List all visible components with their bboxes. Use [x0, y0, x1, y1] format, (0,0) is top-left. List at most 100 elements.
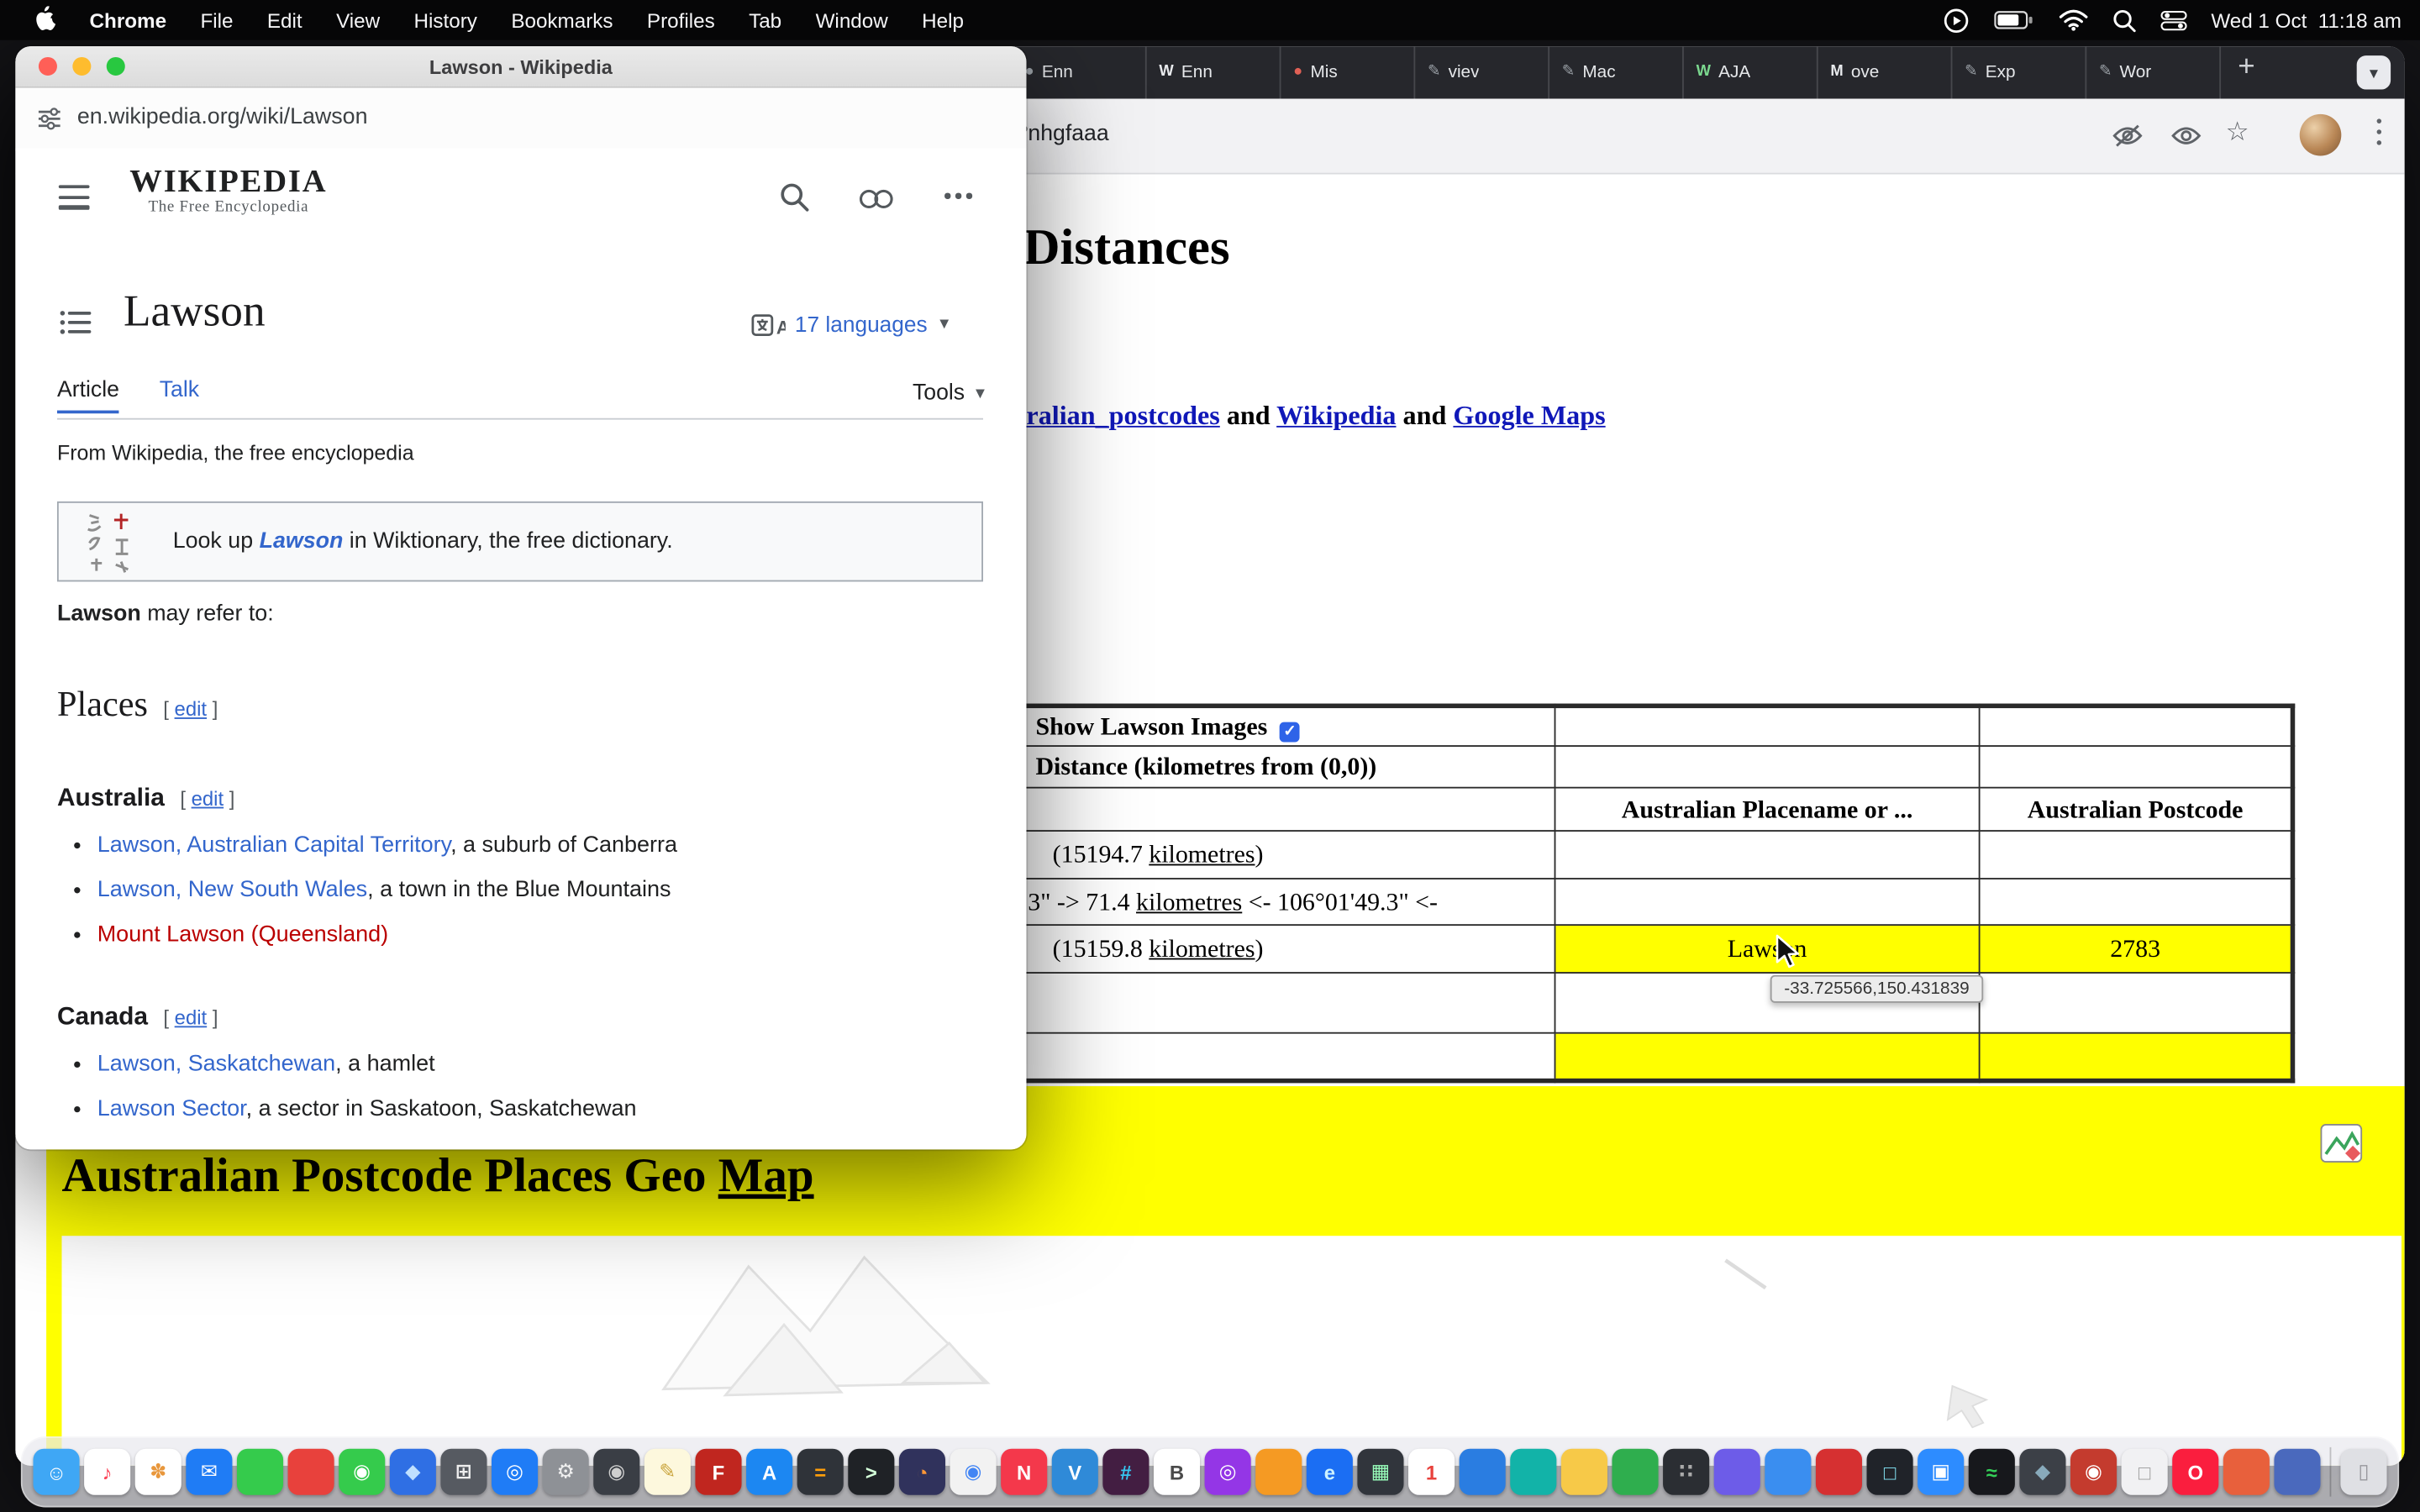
geo-map[interactable] — [61, 1236, 2401, 1466]
menu-tab[interactable]: Tab — [732, 8, 798, 32]
apple-menu[interactable] — [18, 5, 72, 34]
dock-app-slack[interactable]: # — [1102, 1449, 1149, 1495]
dock-app-mail[interactable]: ✉ — [186, 1449, 232, 1495]
dock-app-stocks[interactable]: ≈ — [1969, 1449, 2015, 1495]
dock-app-red-app-2[interactable]: ◉ — [2070, 1449, 2117, 1495]
dock-app-calendar[interactable]: 1 — [1408, 1449, 1455, 1495]
dock-app-dark-app-2[interactable]: □ — [1867, 1449, 1913, 1495]
dock-app-launchpad[interactable]: ⊞ — [440, 1449, 487, 1495]
wikipedia-logo[interactable]: WIKIPEDIA The Free Encyclopedia — [129, 164, 327, 217]
new-tab-button[interactable]: + — [2238, 51, 2254, 85]
mount-lawson-link[interactable]: Mount Lawson (Queensland) — [97, 922, 388, 947]
browser-tab[interactable]: ●Enn — [1011, 46, 1145, 98]
menu-view[interactable]: View — [319, 8, 397, 32]
menu-window[interactable]: Window — [798, 8, 905, 32]
kilometres-link[interactable]: kilometres — [1149, 933, 1255, 963]
menubar-clock[interactable]: Wed 1 Oct 11:18 am — [2211, 8, 2402, 32]
map-notes-icon[interactable] — [2320, 1120, 2366, 1173]
dock-app-red-app[interactable] — [1816, 1449, 1862, 1495]
popup-titlebar[interactable]: Lawson - Wikipedia — [15, 46, 1026, 88]
browser-tab[interactable]: WEnn — [1145, 46, 1280, 98]
dock-app-terminal[interactable]: > — [848, 1449, 894, 1495]
kilometres-link[interactable]: kilometres — [1136, 886, 1242, 916]
dock-app-filezilla[interactable]: F — [695, 1449, 741, 1495]
dock-app-messages[interactable] — [237, 1449, 283, 1495]
dock-app-podcasts[interactable]: ◎ — [1205, 1449, 1251, 1495]
battery-icon[interactable] — [1993, 11, 2033, 29]
kilometres-link[interactable]: kilometres — [1149, 839, 1255, 869]
dock-app-white-app[interactable]: □ — [2122, 1449, 2168, 1495]
dock-app-finder[interactable]: ☺ — [33, 1449, 79, 1495]
dock-app-chrome[interactable]: ◉ — [950, 1449, 997, 1495]
eye-off-icon[interactable] — [2112, 123, 2144, 156]
dock-app-vscode[interactable]: V — [1052, 1449, 1098, 1495]
zoom-button[interactable] — [107, 57, 125, 76]
dock-app-firefox[interactable]: ◔ — [899, 1449, 945, 1495]
dock-app-opera[interactable]: O — [2172, 1449, 2218, 1495]
dock-app-blue-app[interactable] — [1460, 1449, 1506, 1495]
dock-app-yellow-app[interactable] — [1561, 1449, 1607, 1495]
dock-app-music[interactable]: ♪ — [84, 1449, 130, 1495]
dock-app-green-app[interactable] — [1612, 1449, 1658, 1495]
dock-app-notes[interactable]: ✎ — [644, 1449, 691, 1495]
wifi-icon[interactable] — [2058, 9, 2087, 31]
browser-tab[interactable]: Move — [1817, 46, 1951, 98]
google-maps-link[interactable]: Google Maps — [1453, 400, 1605, 431]
dock-app-purple-app[interactable] — [1714, 1449, 1760, 1495]
browser-menu-button[interactable] — [2377, 118, 2382, 145]
dock-app-camera[interactable]: ◉ — [593, 1449, 639, 1495]
postcode-value-cell[interactable]: 2783 — [1980, 925, 2293, 973]
dock-app-settings[interactable]: ⚙ — [543, 1449, 589, 1495]
control-center-icon[interactable] — [2160, 10, 2186, 30]
browser-tab[interactable]: ✎Mac — [1548, 46, 1682, 98]
wikipedia-link[interactable]: Wikipedia — [1276, 400, 1396, 431]
site-settings-icon[interactable] — [37, 107, 61, 139]
dock-app-appstore[interactable]: A — [746, 1449, 792, 1495]
now-playing-icon[interactable] — [1943, 7, 1969, 33]
map-link[interactable]: Map — [718, 1148, 814, 1202]
minimize-button[interactable] — [72, 57, 91, 76]
menu-profiles[interactable]: Profiles — [630, 8, 732, 32]
dock-app-dark-app[interactable]: ∷ — [1663, 1449, 1709, 1495]
dock-app-facetime[interactable]: ◉ — [339, 1449, 385, 1495]
browser-tab[interactable]: ●Mis — [1280, 46, 1414, 98]
profile-avatar[interactable] — [2300, 114, 2342, 156]
dock-app-dark-grid-app[interactable]: ▦ — [1357, 1449, 1403, 1495]
browser-tab[interactable]: ✎viev — [1413, 46, 1548, 98]
languages-button[interactable]: A 17 languages ▼ — [751, 312, 951, 338]
edit-canada[interactable]: edit — [175, 1006, 208, 1030]
browser-tab[interactable]: ✎Exp — [1951, 46, 2086, 98]
dock-app-trash[interactable]: ▯ — [2340, 1449, 2386, 1495]
hamburger-menu-icon[interactable] — [59, 185, 90, 209]
dock-app-news[interactable]: N — [1001, 1449, 1047, 1495]
contents-icon[interactable] — [59, 308, 92, 342]
address-bar-text[interactable]: ?nhgfaaa — [1016, 122, 1109, 146]
dock-app-zoom[interactable]: ▣ — [1918, 1449, 1964, 1495]
browser-tab[interactable]: WAJA — [1682, 46, 1817, 98]
wiktionary-lawson-link[interactable]: Lawson — [260, 529, 344, 554]
spotlight-icon[interactable] — [2112, 8, 2136, 32]
edit-places[interactable]: edit — [175, 697, 208, 721]
search-icon[interactable] — [780, 182, 811, 219]
popup-url[interactable]: en.wikipedia.org/wiki/Lawson — [77, 105, 368, 129]
menu-chrome[interactable]: Chrome — [72, 8, 183, 32]
show-images-checkbox[interactable]: ✓ — [1280, 722, 1300, 743]
lawson-sector-link[interactable]: Lawson Sector — [97, 1097, 246, 1121]
browser-tab[interactable]: ✎Wor — [2085, 46, 2219, 98]
lawson-sask-link[interactable]: Lawson, Saskatchewan — [97, 1053, 335, 1077]
dock-app-blue-app-2[interactable] — [1765, 1449, 1811, 1495]
tab-talk[interactable]: Talk — [160, 378, 199, 413]
close-button[interactable] — [39, 57, 57, 76]
dock-app-indigo-app[interactable] — [2274, 1449, 2320, 1495]
tab-search-button[interactable]: ▾ — [2357, 55, 2391, 89]
menu-file[interactable]: File — [183, 8, 250, 32]
browser-tab[interactable]: Gemc — [2219, 46, 2227, 98]
lawson-nsw-link[interactable]: Lawson, New South Wales — [97, 878, 367, 902]
dock-app-safari[interactable]: ◎ — [492, 1449, 538, 1495]
bookmark-star-icon[interactable]: ☆ — [2226, 118, 2249, 149]
menu-history[interactable]: History — [397, 8, 494, 32]
lawson-act-link[interactable]: Lawson, Australian Capital Territory — [97, 833, 450, 858]
dock-app-calculator[interactable]: = — [797, 1449, 844, 1495]
dock-app-red-badge-app[interactable] — [288, 1449, 334, 1495]
dock-app-orange-app[interactable] — [1255, 1449, 1302, 1495]
